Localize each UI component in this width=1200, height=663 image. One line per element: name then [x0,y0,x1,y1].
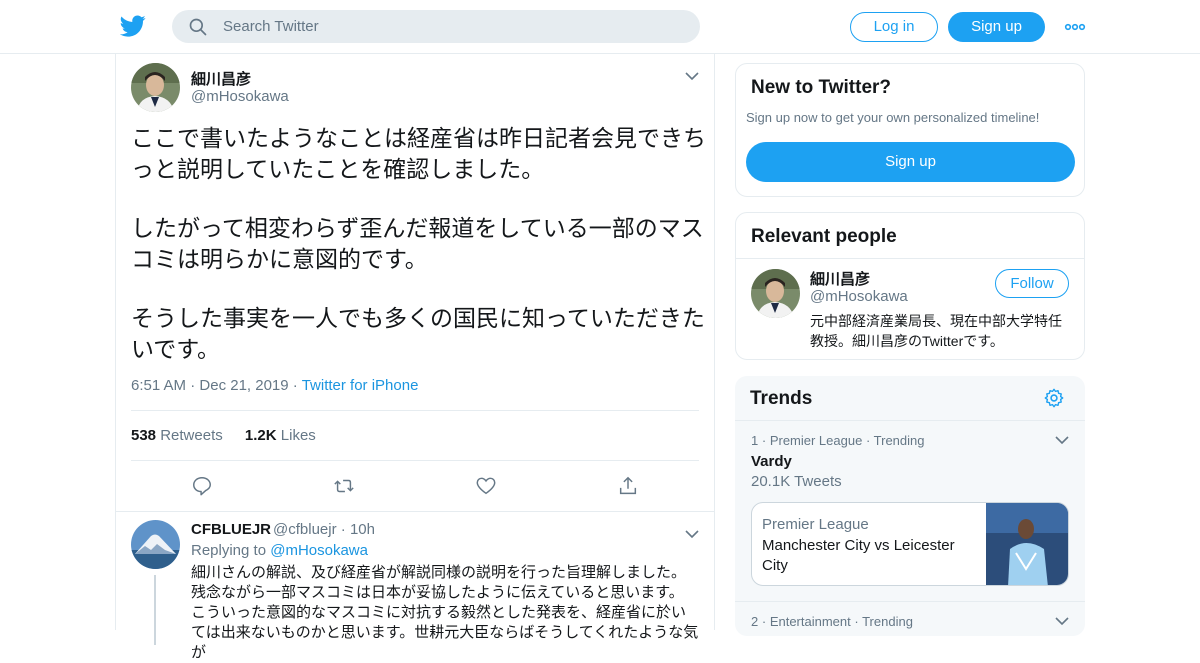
likes-label: Likes [280,427,316,444]
news-thumbnail [986,503,1068,585]
divider [735,420,1085,421]
reply-author-meta: @cfbluejr · 10h [273,521,375,538]
signup-button[interactable]: Sign up [948,12,1045,42]
main-timeline: 細川昌彦 @mHosokawa ここで書いたようなことは経産省は昨日記者会見でき… [115,54,715,661]
gear-icon[interactable] [1043,387,1065,409]
retweets-stat[interactable]: 538 Retweets [131,427,223,444]
thread-line [154,575,156,645]
card-title: Relevant people [751,226,897,247]
chevron-down-icon[interactable] [1055,435,1069,445]
search-input[interactable]: Search Twitter [172,10,700,43]
author-name[interactable]: 細川昌彦 [191,68,251,89]
top-bar: Search Twitter Log in Sign up [0,0,1200,54]
avatar[interactable] [751,269,800,318]
replying-prefix: Replying to [191,542,267,559]
reply-age[interactable]: 10h [350,521,375,538]
more-icon[interactable] [1064,17,1086,37]
separator-dot: · [761,433,770,448]
sidebar-signup-button[interactable]: Sign up [746,142,1075,182]
card-subtitle: Sign up now to get your own personalized… [746,110,1040,125]
tweet-paragraph: そうした事実を一人でも多くの国民に知っていただきたいです。 [131,305,705,362]
card-title: New to Twitter? [751,77,892,98]
new-to-twitter-card: New to Twitter? Sign up now to get your … [735,63,1085,197]
tweet-text: ここで書いたようなことは経産省は昨日記者会見できちっと説明していたことを確認しま… [131,123,711,393]
follow-button[interactable]: Follow [995,269,1069,298]
tweet-stats: 538 Retweets 1.2K Likes [131,427,316,444]
reply-line: 細川さんの解説、及び経産省が解説同様の説明を行った旨理解しました。 [191,564,687,581]
news-title: Manchester City vs Leicester City [762,537,955,574]
trend-news-card[interactable]: Premier League Manchester City vs Leices… [751,502,1069,586]
chevron-down-icon[interactable] [685,71,699,81]
tweet-time[interactable]: 6:51 AM [131,377,186,394]
separator-dot: · [761,614,770,629]
trend-rank: 1 [751,433,759,448]
chevron-down-icon[interactable] [1055,616,1069,626]
person-bio: 元中部経済産業局長、現在中部大学特任教授。細川昌彦のTwitterです。 [810,313,1062,349]
tweet-timestamp: 6:51 AM · Dec 21, 2019 · Twitter for iPh… [131,377,418,394]
tweet-source[interactable]: Twitter for iPhone [302,377,419,394]
tweet-paragraph: ここで書いたようなことは経産省は昨日記者会見できちっと説明していたことを確認しま… [131,125,706,182]
login-button[interactable]: Log in [850,12,938,42]
reply-author-name[interactable]: CFBLUEJR [191,521,271,538]
reply-author-handle[interactable]: @cfbluejr [273,521,337,538]
news-category: Premier League [762,516,869,533]
share-icon[interactable] [617,475,639,497]
avatar[interactable] [131,63,180,112]
card-title: Trends [750,388,813,409]
separator-dot: · [854,614,863,629]
reply-tweet[interactable]: CFBLUEJR @cfbluejr · 10h Replying to @mH… [116,513,714,661]
separator-dot: · [292,377,302,394]
trend-status: Trending [862,614,913,629]
author-handle[interactable]: @mHosokawa [191,88,289,105]
search-placeholder: Search Twitter [223,18,319,35]
trend-status: Trending [873,433,925,448]
trend-name: Vardy [751,453,792,470]
likes-stat[interactable]: 1.2K Likes [245,427,316,444]
relevant-people-card: Relevant people 細川昌彦 @mHosokawa Follow 元… [735,212,1085,360]
search-icon [189,18,207,36]
chevron-down-icon[interactable] [685,529,699,539]
replying-to: Replying to @mHosokawa [191,542,368,559]
avatar[interactable] [131,520,180,569]
replying-to-link[interactable]: @mHosokawa [270,542,368,559]
retweets-count: 538 [131,427,157,444]
divider [736,258,1084,259]
separator-dot: · [865,433,874,448]
person-handle[interactable]: @mHosokawa [810,288,908,305]
separator-dot: · [340,521,350,538]
retweets-label: Retweets [160,427,223,444]
trend-meta: 1 · Premier League · Trending [751,433,924,448]
trends-card: Trends 1 · Premier League · Trending Var… [735,376,1085,636]
trend-count: 20.1K Tweets [751,473,842,490]
reply-line: こういった意図的なマスコミに対抗する毅然とした発表を、経産省に於い [191,604,687,621]
trend-category: Premier League [769,433,863,448]
focused-tweet: 細川昌彦 @mHosokawa ここで書いたようなことは経産省は昨日記者会見でき… [116,54,714,512]
trend-category: Entertainment [769,614,851,629]
tweet-paragraph: したがって相変わらず歪んだ報道をしている一部のマスコミは明らかに意図的です。 [131,215,704,272]
separator-dot: · [190,377,200,394]
like-icon[interactable] [475,475,497,497]
reply-icon[interactable] [191,475,213,497]
divider [131,410,699,411]
retweet-icon[interactable] [333,475,355,497]
divider [735,601,1085,602]
trend-rank: 2 [751,614,759,629]
tweet-date[interactable]: Dec 21, 2019 [199,377,288,394]
trend-meta: 2 · Entertainment · Trending [751,614,913,629]
reply-text: 細川さんの解説、及び経産省が解説同様の説明を行った旨理解しました。 残念ながら一… [191,563,703,663]
likes-count: 1.2K [244,427,277,444]
reply-line: 残念ながら一部マスコミは日本が妥協したように伝えていると思います。 [191,584,684,601]
reply-line: ては出来ないものかと思います。世耕元大臣ならばそうしてくれたような気が [191,624,699,661]
twitter-bird-icon[interactable] [120,13,146,39]
divider [131,460,699,461]
person-name[interactable]: 細川昌彦 [810,268,870,289]
